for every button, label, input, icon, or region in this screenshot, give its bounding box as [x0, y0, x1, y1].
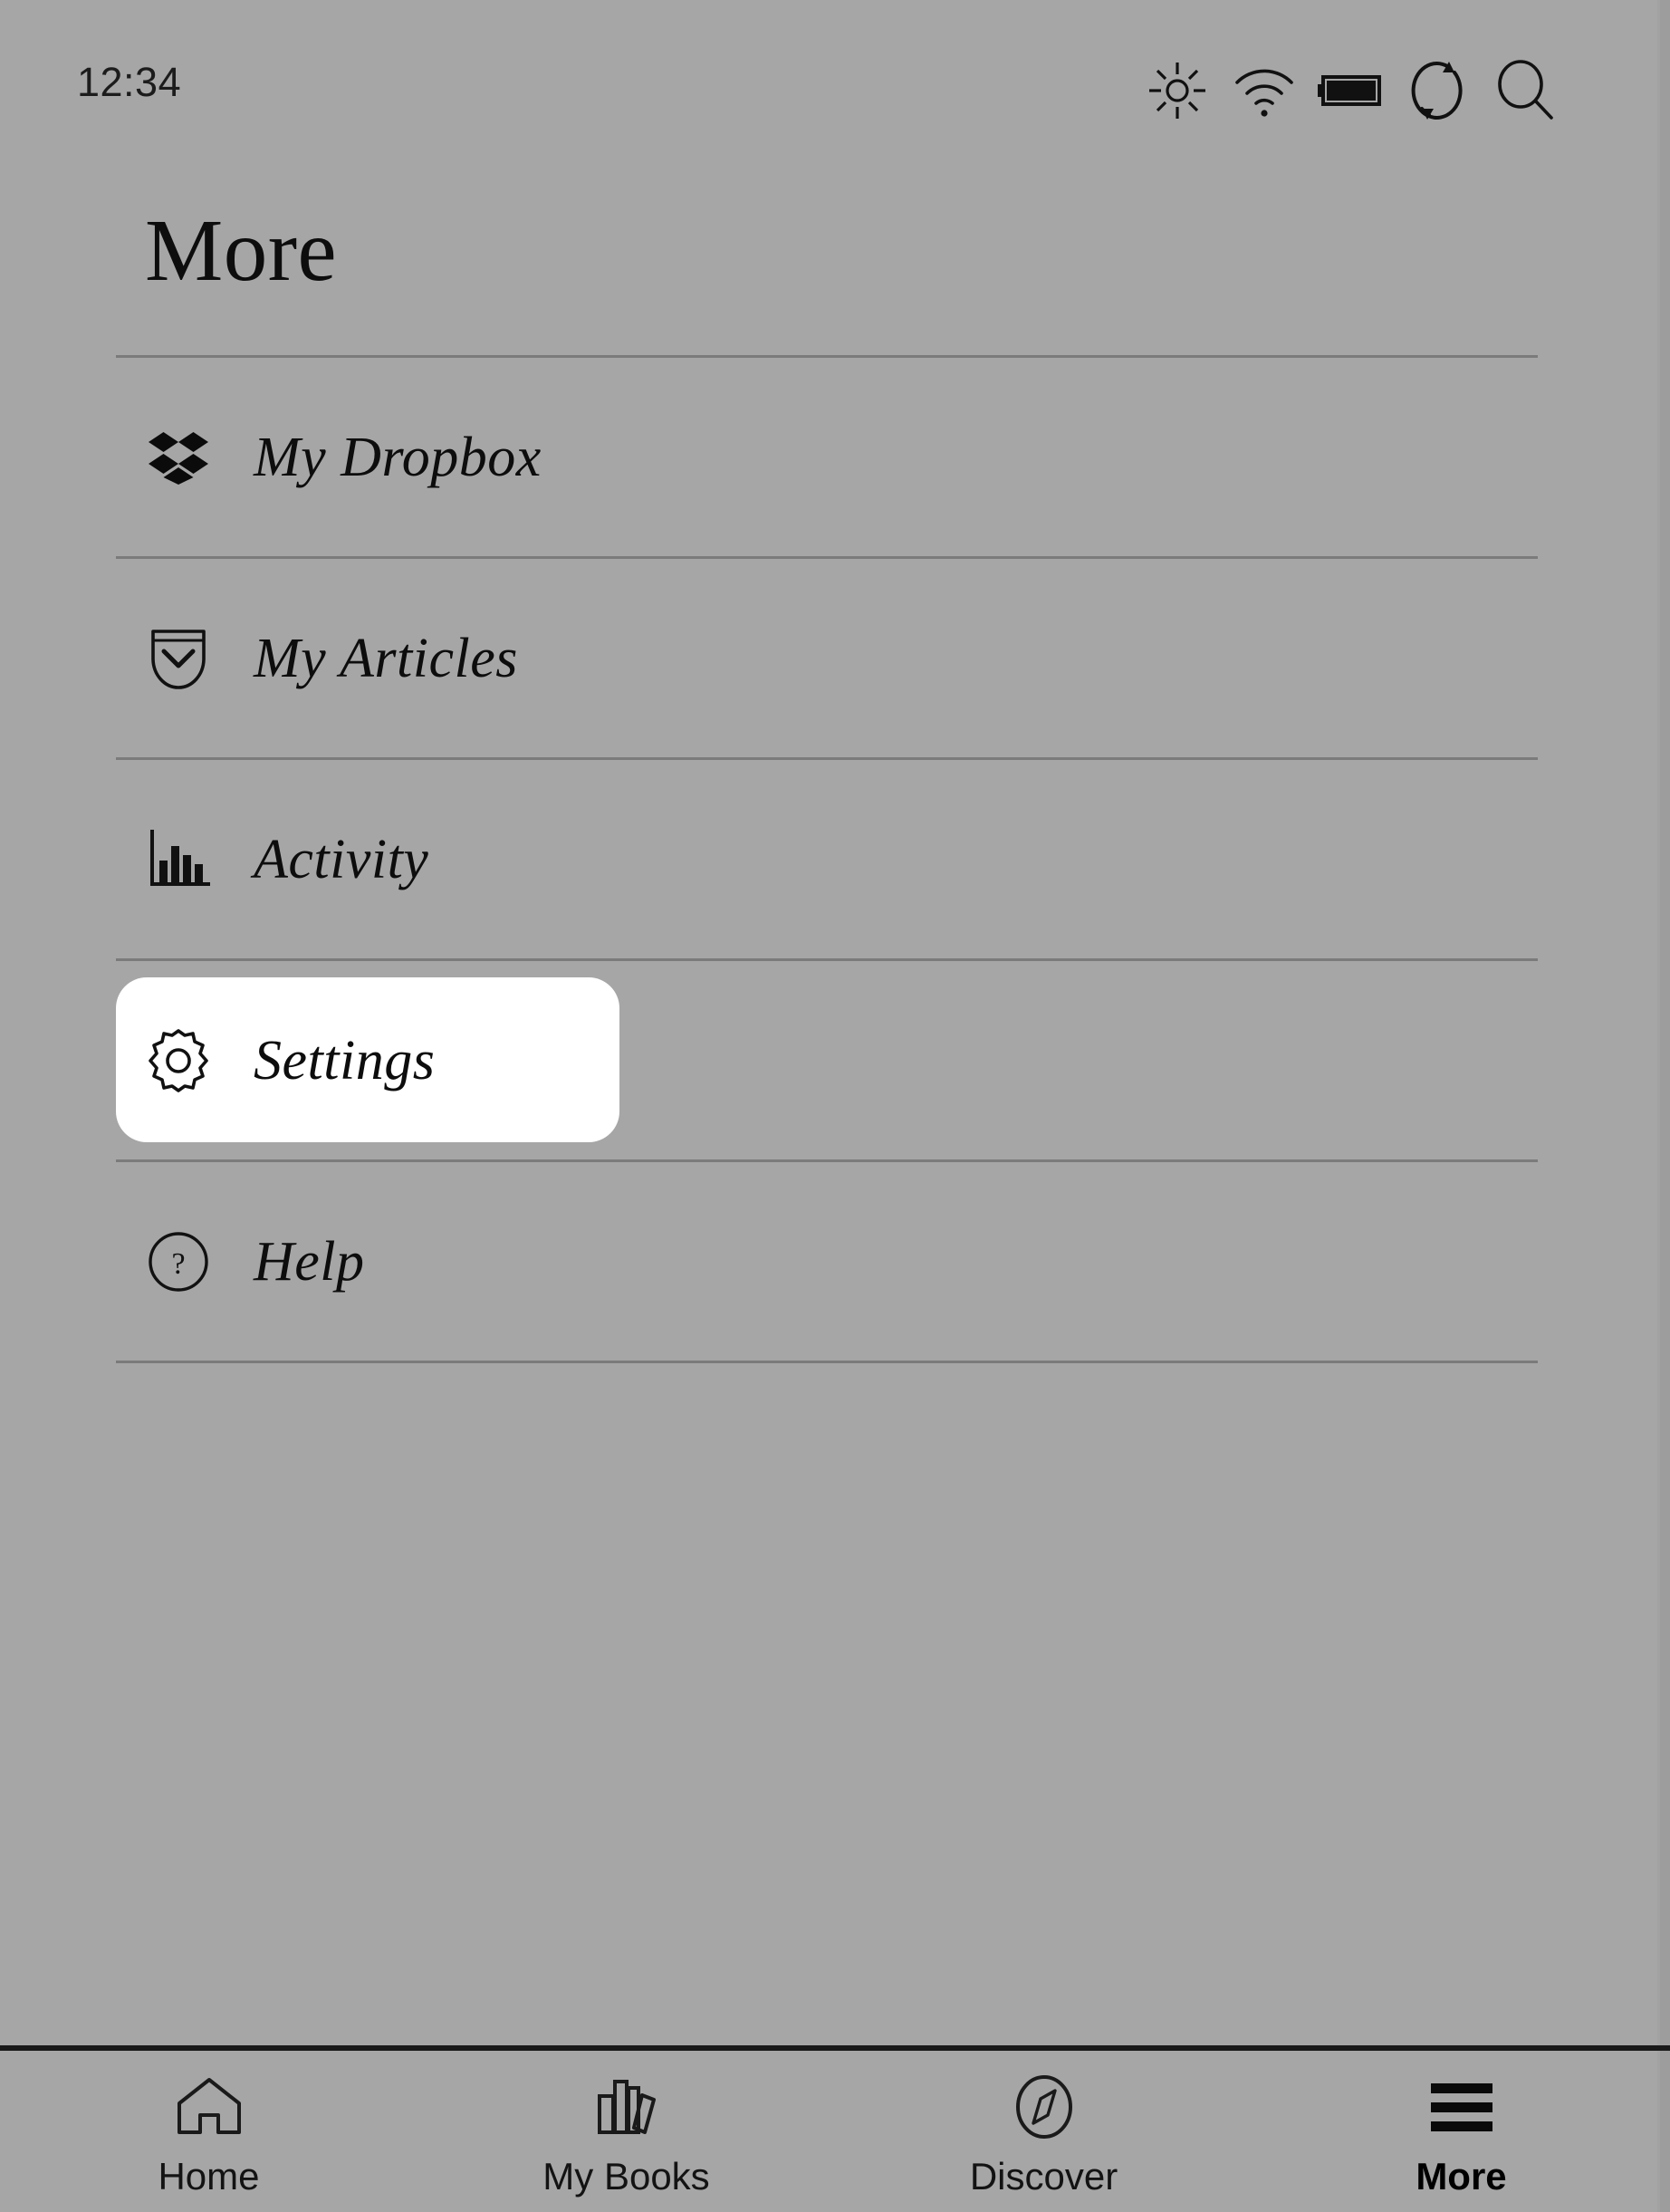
nav-item-discover[interactable]: Discover — [835, 2051, 1252, 2196]
nav-item-more[interactable]: More — [1252, 2051, 1670, 2196]
page-title: More — [145, 201, 337, 301]
nav-item-label: Home — [158, 2158, 259, 2196]
nav-item-label: My Books — [542, 2158, 709, 2196]
brightness-icon[interactable] — [1134, 47, 1221, 134]
battery-icon[interactable] — [1308, 47, 1395, 134]
menu-item-help[interactable]: ? Help — [0, 1162, 1670, 1361]
menu-item-label: My Articles — [254, 630, 518, 687]
nav-item-label: More — [1416, 2158, 1506, 2196]
menu-item-settings[interactable]: Settings — [0, 961, 1670, 1159]
svg-text:?: ? — [171, 1247, 185, 1281]
compass-icon — [1010, 2073, 1079, 2141]
bar-chart-icon — [145, 826, 212, 893]
sync-icon[interactable] — [1395, 47, 1482, 134]
question-circle-icon: ? — [145, 1228, 212, 1295]
status-bar-time: 12:34 — [77, 62, 181, 102]
menu-item-my-dropbox[interactable]: My Dropbox — [0, 358, 1670, 556]
nav-item-home[interactable]: Home — [0, 2051, 418, 2196]
menu-item-label: Settings — [254, 1033, 435, 1089]
search-icon[interactable] — [1482, 47, 1569, 134]
dropbox-icon — [145, 424, 212, 491]
home-icon — [175, 2073, 244, 2141]
status-bar-icons — [1134, 47, 1569, 134]
menu-item-label: My Dropbox — [254, 429, 542, 486]
hamburger-icon — [1425, 2073, 1498, 2141]
wifi-icon[interactable] — [1221, 47, 1308, 134]
menu-item-my-articles[interactable]: My Articles — [0, 559, 1670, 757]
e-reader-screen: 12:34 — [0, 0, 1670, 2212]
nav-item-my-books[interactable]: My Books — [418, 2051, 835, 2196]
divider — [116, 1361, 1538, 1363]
menu-item-activity[interactable]: Activity — [0, 760, 1670, 958]
menu-item-label: Activity — [254, 832, 428, 888]
books-icon — [592, 2073, 661, 2141]
pocket-icon — [145, 625, 212, 692]
status-bar: 12:34 — [0, 0, 1670, 138]
menu-item-label: Help — [254, 1234, 365, 1290]
bottom-navigation-bar: Home My Books Discover — [0, 2045, 1670, 2212]
gear-icon — [145, 1027, 212, 1094]
more-menu-list: My Dropbox My Articles — [0, 355, 1670, 1363]
nav-item-label: Discover — [970, 2158, 1118, 2196]
